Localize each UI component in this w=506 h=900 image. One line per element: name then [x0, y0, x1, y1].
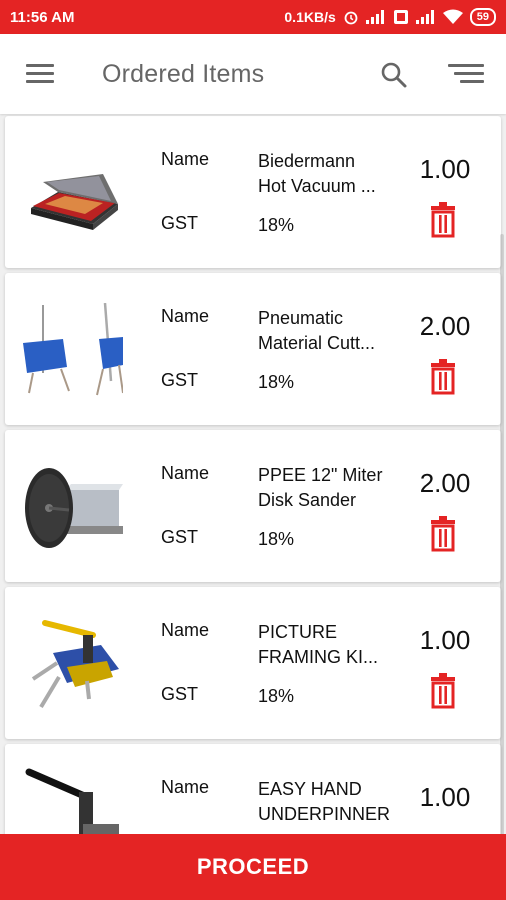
- delete-icon[interactable]: [429, 359, 457, 395]
- gst-label: GST: [161, 527, 199, 547]
- sort-icon[interactable]: [448, 64, 484, 86]
- ordered-items-list[interactable]: Name Biedermann Hot Vacuum ... GST 18% 1…: [0, 114, 506, 834]
- name-label: Name: [161, 777, 210, 797]
- status-time: 11:56 AM: [10, 8, 75, 26]
- framing-kit-image: [31, 620, 119, 709]
- item-gst: 18%: [258, 686, 295, 706]
- name-label: Name: [161, 463, 210, 483]
- scrollbar[interactable]: [500, 234, 504, 834]
- list-item[interactable]: Name PPEE 12" Miter Disk Sander GST 18% …: [5, 430, 501, 582]
- underpinner-image: [25, 768, 119, 834]
- search-icon[interactable]: [380, 61, 408, 89]
- signal-icon-2: [415, 10, 434, 24]
- menu-icon[interactable]: [26, 64, 54, 84]
- item-gst: 18%: [258, 215, 295, 235]
- name-label: Name: [161, 620, 210, 640]
- name-label: Name: [161, 306, 210, 326]
- wifi-icon: [442, 9, 463, 24]
- item-gst: 18%: [258, 372, 295, 392]
- volte-icon: [393, 10, 408, 24]
- signal-icon: [365, 10, 384, 24]
- delete-icon[interactable]: [429, 673, 457, 709]
- item-quantity: 2.00: [419, 311, 471, 341]
- gst-label: GST: [161, 213, 199, 233]
- list-item[interactable]: Name EASY HAND UNDERPINNER 1.00: [5, 744, 501, 834]
- alarm-icon: [344, 11, 358, 25]
- item-name: PICTURE FRAMING KI...: [258, 622, 379, 667]
- item-name: Pneumatic Material Cutt...: [258, 308, 376, 353]
- page-title: Ordered Items: [102, 60, 265, 88]
- item-name: EASY HAND UNDERPINNER: [258, 779, 391, 824]
- delete-icon[interactable]: [429, 516, 457, 552]
- proceed-button[interactable]: PROCEED: [0, 834, 506, 900]
- list-item[interactable]: Name Pneumatic Material Cutt... GST 18% …: [5, 273, 501, 425]
- item-quantity: 2.00: [419, 468, 471, 498]
- list-item[interactable]: Name Biedermann Hot Vacuum ... GST 18% 1…: [5, 116, 501, 268]
- battery-icon: 59: [469, 8, 496, 26]
- status-icons: 0.1KB/s 59: [284, 8, 496, 26]
- item-quantity: 1.00: [419, 782, 471, 812]
- net-speed: 0.1KB/s: [284, 9, 336, 25]
- item-name: PPEE 12" Miter Disk Sander: [258, 465, 383, 510]
- status-bar: 11:56 AM 0.1KB/s 59: [0, 0, 506, 34]
- disk-sander-image: [25, 468, 123, 548]
- material-cutter-image: [23, 303, 123, 396]
- gst-label: GST: [161, 684, 199, 704]
- vacuum-press-image: [31, 174, 118, 230]
- item-quantity: 1.00: [419, 625, 471, 655]
- app-bar: Ordered Items: [0, 34, 506, 114]
- item-quantity: 1.00: [419, 154, 471, 184]
- item-gst: 18%: [258, 529, 295, 549]
- list-item[interactable]: Name PICTURE FRAMING KI... GST 18% 1.00: [5, 587, 501, 739]
- delete-icon[interactable]: [429, 202, 457, 238]
- name-label: Name: [161, 149, 210, 169]
- item-name: Biedermann Hot Vacuum ...: [258, 151, 376, 196]
- gst-label: GST: [161, 370, 199, 390]
